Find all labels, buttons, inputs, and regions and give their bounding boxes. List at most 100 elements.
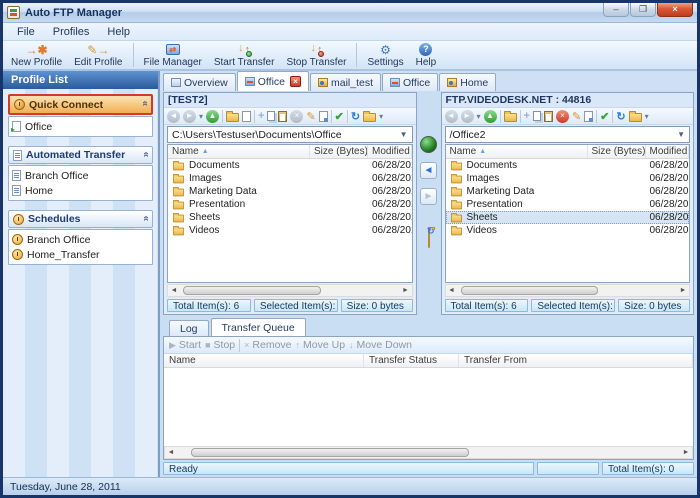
tab-transfer-queue[interactable]: Transfer Queue xyxy=(211,318,306,336)
file-manager-button[interactable]: ⇄ File Manager xyxy=(140,41,206,69)
table-row-selected[interactable]: Sheets 06/28/2011 0... xyxy=(446,211,690,224)
column-header-name[interactable]: Name ▲ xyxy=(446,145,588,158)
transfer-right-button[interactable]: ► xyxy=(420,188,437,205)
group-automated-transfer[interactable]: Automated Transfer » xyxy=(8,146,153,164)
column-header-name[interactable]: Name ▲ xyxy=(168,145,310,158)
table-row[interactable]: Images 06/28/2011 0... xyxy=(168,172,412,185)
sidebar-item-home-transfer[interactable]: Home_Transfer xyxy=(12,247,149,262)
settings-button[interactable]: ⚙ Settings xyxy=(363,41,407,69)
connect-status-icon[interactable] xyxy=(420,136,437,153)
collapse-chevron-icon[interactable]: » xyxy=(140,103,151,107)
paste-icon[interactable] xyxy=(544,111,553,122)
group-schedules[interactable]: Schedules » xyxy=(8,210,153,228)
column-header-modified[interactable]: Modified Date xyxy=(368,145,412,158)
refresh-icon[interactable]: ↻ xyxy=(616,110,625,123)
remote-path-combobox[interactable]: /Office2 ▼ xyxy=(445,126,691,143)
open-folder-icon[interactable] xyxy=(226,113,239,122)
scroll-right-icon[interactable]: ► xyxy=(681,449,691,456)
forward-icon[interactable]: ► xyxy=(461,110,474,123)
folder-sync-icon[interactable] xyxy=(428,230,430,248)
remove-queue-button[interactable]: × Remove xyxy=(244,339,291,351)
close-tab-icon[interactable]: × xyxy=(290,76,301,87)
view-dropdown-icon[interactable]: ▾ xyxy=(379,112,383,121)
table-row[interactable]: Sheets 06/28/2011 0... xyxy=(168,211,412,224)
sidebar-item-schedule-branch-office[interactable]: Branch Office xyxy=(12,232,149,247)
tab-home[interactable]: Home xyxy=(439,73,496,91)
delete-icon[interactable]: × xyxy=(556,110,569,123)
column-header-size[interactable]: Size (Bytes) xyxy=(310,145,368,158)
add-icon[interactable]: + xyxy=(258,110,264,122)
refresh-icon[interactable]: ↻ xyxy=(351,110,360,123)
select-icon[interactable]: ✔ xyxy=(335,110,344,123)
view-dropdown-icon[interactable]: ▾ xyxy=(645,112,649,121)
add-icon[interactable]: + xyxy=(524,110,530,122)
move-up-button[interactable]: ↑ Move Up xyxy=(296,339,346,351)
column-header-name[interactable]: Name xyxy=(164,354,364,367)
rename-icon[interactable]: ✎ xyxy=(572,110,581,123)
copy-icon[interactable] xyxy=(533,111,541,121)
history-dropdown-icon[interactable]: ▾ xyxy=(199,112,203,121)
tab-mail-test[interactable]: mail_test xyxy=(310,73,381,91)
edit-profile-button[interactable]: ✎→ Edit Profile xyxy=(70,41,126,69)
table-row[interactable]: Presentation 06/28/2011 0... xyxy=(168,198,412,211)
start-transfer-button[interactable]: ↓↑ Start Transfer xyxy=(210,41,279,69)
move-down-button[interactable]: ↓ Move Down xyxy=(349,339,412,351)
view-folder-icon[interactable] xyxy=(363,113,376,122)
up-directory-icon[interactable]: ▲ xyxy=(206,110,219,123)
open-folder-icon[interactable] xyxy=(504,113,517,122)
transfer-left-button[interactable]: ◄ xyxy=(420,162,437,179)
scroll-left-icon[interactable]: ◄ xyxy=(166,449,176,456)
table-row[interactable]: Documents 06/28/2011 0... xyxy=(446,159,690,172)
tab-log[interactable]: Log xyxy=(169,320,209,336)
path-dropdown-icon[interactable]: ▼ xyxy=(677,130,685,139)
table-row[interactable]: Videos 06/28/2011 0... xyxy=(168,224,412,237)
table-row[interactable]: Documents 06/28/2011 0... xyxy=(168,159,412,172)
restore-button[interactable]: ❐ xyxy=(630,3,656,17)
horizontal-scrollbar[interactable]: ◄ ► xyxy=(167,284,413,297)
scroll-left-icon[interactable]: ◄ xyxy=(447,287,457,294)
scrollbar-thumb[interactable] xyxy=(461,286,598,295)
table-row[interactable]: Marketing Data 06/28/2011 0... xyxy=(168,185,412,198)
column-header-transfer-from[interactable]: Transfer From xyxy=(459,354,693,367)
history-dropdown-icon[interactable]: ▾ xyxy=(477,112,481,121)
scroll-right-icon[interactable]: ► xyxy=(401,287,411,294)
stop-transfer-button[interactable]: ↓↑ Stop Transfer xyxy=(282,41,350,69)
table-row[interactable]: Images 06/28/2011 0... xyxy=(446,172,690,185)
sidebar-item-branch-office[interactable]: Branch Office xyxy=(12,168,149,183)
queue-table-body[interactable] xyxy=(164,368,693,446)
rename-icon[interactable]: ✎ xyxy=(306,110,315,123)
back-icon[interactable]: ◄ xyxy=(167,110,180,123)
menu-help[interactable]: Help xyxy=(99,25,138,39)
column-header-size[interactable]: Size (Bytes) xyxy=(588,145,646,158)
stop-queue-button[interactable]: ■ Stop xyxy=(205,339,235,351)
local-path-combobox[interactable]: C:\Users\Testuser\Documents\Office ▼ xyxy=(167,126,413,143)
table-row[interactable]: Videos 06/28/2011 0... xyxy=(446,224,690,237)
copy-icon[interactable] xyxy=(267,111,275,121)
view-folder-icon[interactable] xyxy=(629,113,642,122)
column-header-transfer-status[interactable]: Transfer Status xyxy=(364,354,459,367)
menu-file[interactable]: File xyxy=(9,25,43,39)
sidebar-item-home[interactable]: Home xyxy=(12,183,149,198)
table-row[interactable]: Marketing Data 06/28/2011 0... xyxy=(446,185,690,198)
close-button[interactable]: × xyxy=(657,3,693,17)
properties-icon[interactable] xyxy=(319,111,328,122)
scrollbar-thumb[interactable] xyxy=(183,286,320,295)
collapse-chevron-icon[interactable]: » xyxy=(141,217,152,221)
sidebar-item-office[interactable]: Office xyxy=(12,119,149,134)
tab-overview[interactable]: Overview xyxy=(163,73,236,91)
new-profile-button[interactable]: →✱ New Profile xyxy=(7,41,66,69)
properties-icon[interactable] xyxy=(584,111,593,122)
minimize-button[interactable]: – xyxy=(603,3,629,17)
tab-office-2[interactable]: Office xyxy=(382,73,438,91)
forward-icon[interactable]: ► xyxy=(183,110,196,123)
horizontal-scrollbar[interactable]: ◄ ► xyxy=(164,446,693,459)
collapse-chevron-icon[interactable]: » xyxy=(141,153,152,157)
tab-office-active[interactable]: Office × xyxy=(237,71,309,91)
new-file-icon[interactable] xyxy=(242,111,251,122)
start-queue-button[interactable]: ▶ Start xyxy=(169,339,201,351)
up-directory-icon[interactable]: ▲ xyxy=(484,110,497,123)
scroll-right-icon[interactable]: ► xyxy=(678,287,688,294)
select-icon[interactable]: ✔ xyxy=(600,110,609,123)
scrollbar-thumb[interactable] xyxy=(191,448,469,457)
paste-icon[interactable] xyxy=(278,111,287,122)
